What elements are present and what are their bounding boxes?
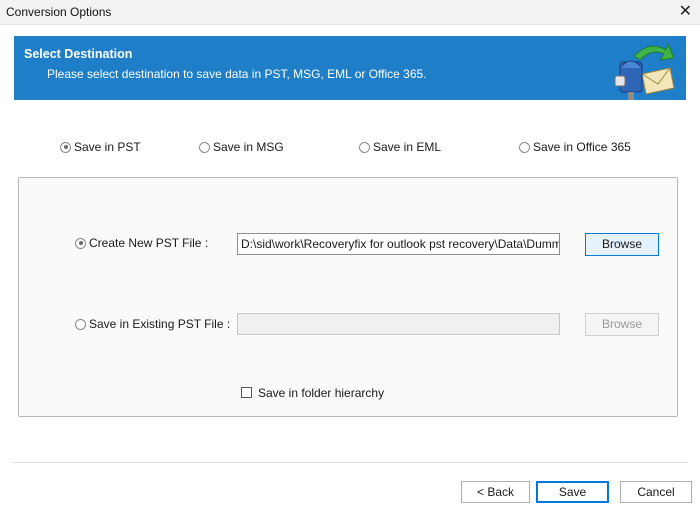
window-title: Conversion Options xyxy=(6,5,112,19)
radio-button-selected[interactable] xyxy=(60,141,71,153)
radio-button[interactable] xyxy=(359,141,370,153)
radio-save-in-pst[interactable]: Save in PST xyxy=(60,140,141,154)
radio-label: Save in MSG xyxy=(213,140,284,154)
folder-hierarchy-checkbox[interactable] xyxy=(241,387,252,398)
save-format-group: Save in PST Save in MSG Save in EML Save… xyxy=(0,140,700,156)
radio-button-selected[interactable] xyxy=(75,237,86,249)
radio-button[interactable] xyxy=(75,318,86,330)
title-bar: Conversion Options ✕ xyxy=(0,0,700,25)
header-banner: Select Destination Please select destina… xyxy=(14,36,686,100)
banner-subtitle: Please select destination to save data i… xyxy=(47,67,427,81)
folder-hierarchy-label: Save in folder hierarchy xyxy=(258,386,385,400)
new-pst-path-input[interactable]: D:\sid\work\Recoveryfix for outlook pst … xyxy=(237,233,560,255)
radio-button[interactable] xyxy=(199,141,210,153)
existing-pst-path-input[interactable] xyxy=(237,313,560,335)
radio-save-existing-pst[interactable]: Save in Existing PST File : xyxy=(75,317,230,331)
radio-label: Save in EML xyxy=(373,140,442,154)
cancel-button-label: Cancel xyxy=(637,485,675,499)
radio-button[interactable] xyxy=(519,141,530,153)
radio-save-in-msg[interactable]: Save in MSG xyxy=(199,140,284,154)
browse-existing-pst-button[interactable]: Browse xyxy=(585,313,659,336)
radio-save-in-office365[interactable]: Save in Office 365 xyxy=(519,140,631,154)
back-button[interactable]: < Back xyxy=(461,481,530,503)
mailbox-transfer-icon xyxy=(614,42,675,100)
browse-new-pst-button[interactable]: Browse xyxy=(585,233,659,256)
cancel-button[interactable]: Cancel xyxy=(620,481,692,503)
radio-label: Create New PST File : xyxy=(89,236,209,250)
back-button-label: < Back xyxy=(476,485,515,499)
banner-title: Select Destination xyxy=(24,47,133,61)
radio-label: Save in Office 365 xyxy=(533,140,631,154)
radio-label: Save in PST xyxy=(74,140,141,154)
close-icon[interactable]: ✕ xyxy=(679,2,692,22)
save-button[interactable]: Save xyxy=(536,481,609,503)
radio-create-new-pst[interactable]: Create New PST File : xyxy=(75,236,208,250)
radio-label: Save in Existing PST File : xyxy=(89,317,231,331)
footer-divider xyxy=(12,462,688,463)
pst-options-panel: Create New PST File : D:\sid\work\Recove… xyxy=(18,177,678,417)
save-button-label: Save xyxy=(558,485,587,499)
radio-save-in-eml[interactable]: Save in EML xyxy=(359,140,441,154)
